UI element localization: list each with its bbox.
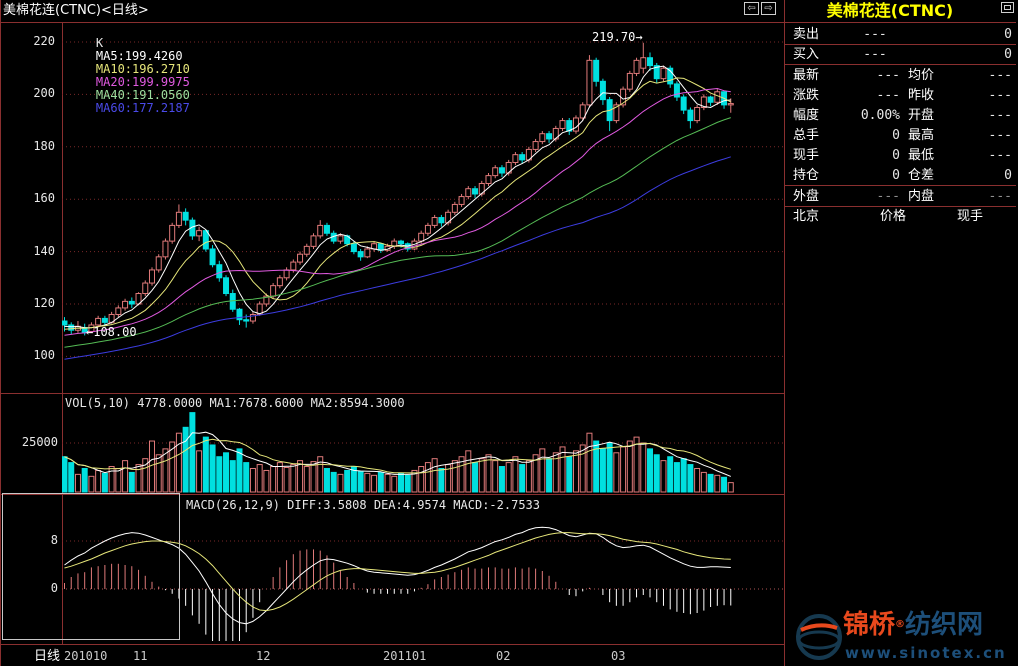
quote-panel: 美棉花连(CTNC) 卖出 --- 0 买入 --- 0 最新 --- 均价 -… [785,0,1018,666]
label-low: 最低 [908,147,934,165]
label-totalvol: 总手 [793,127,819,145]
ma5-value: MA5:199.4260 [96,49,183,63]
ma20-value: MA20:199.9975 [96,75,190,89]
label-open: 开盘 [908,107,934,125]
macd-indicator-line: MACD(26,12,9) DIFF:3.5808 DEA:4.9574 MAC… [186,499,540,512]
x-axis-label: 11 [133,649,147,663]
ticklist-col-price: 价格 [880,208,906,226]
ma-indicator-line: K MA5:199.4260 MA10:196.2710 MA20:199.99… [67,24,190,128]
price-y-axis-label: 200 [0,87,55,100]
price-y-axis-label: 180 [0,140,55,153]
buy-label: 买入 [793,46,819,64]
label-openint: 持仓 [793,167,819,185]
label-prevclose: 昨收 [908,87,934,105]
arrow-left-icon: ⇦ [747,3,755,14]
value-range: 0.00% [835,107,900,125]
x-axis-label: 201010 [64,649,107,663]
value-inner: --- [950,188,1012,206]
logo-url: www.sinotex.cn [845,644,1007,662]
buy-qty: 0 [950,46,1012,64]
value-prevclose: --- [950,87,1012,105]
logo-reg-mark: ® [895,619,905,630]
buy-price: --- [840,46,910,64]
quote-row-totalvol: 总手 0 最高 --- [785,127,1018,145]
high-annotation: 219.70→ [592,31,643,44]
low-annotation: ←108.00 [86,326,137,339]
value-oichange: 0 [950,167,1012,185]
value-low: --- [950,147,1012,165]
label-inner: 内盘 [908,188,934,206]
sell-row: 卖出 --- 0 [785,26,1018,44]
nav-forward-button[interactable]: ⇨ [761,2,776,15]
value-latest: --- [835,67,900,85]
value-high: --- [950,127,1012,145]
label-high: 最高 [908,127,934,145]
quote-row-change: 涨跌 --- 昨收 --- [785,87,1018,105]
period-label: 日线 [0,649,60,664]
macd-gutter-selection-box[interactable] [2,493,180,640]
volume-y-axis-label: 25000 [0,436,58,449]
quote-row-latest: 最新 --- 均价 --- [785,67,1018,85]
value-totalvol: 0 [835,127,900,145]
value-openint: 0 [835,167,900,185]
price-y-axis-label: 140 [0,245,55,258]
price-y-axis-label: 100 [0,349,55,362]
window-title: 美棉花连(CTNC)<日线> [3,3,149,19]
sell-label: 卖出 [793,26,819,44]
x-axis-label: 201101 [383,649,426,663]
ticklist-header: 北京 价格 现手 [785,208,1018,226]
sell-qty: 0 [950,26,1012,44]
quote-row-outer-inner: 外盘 --- 内盘 --- [785,188,1018,206]
ticklist-col-city: 北京 [793,208,819,226]
app-window: 美棉花连(CTNC)<日线> ⇦ ⇨ K MA5:199.4260 MA10:1… [0,0,1018,666]
logo-brand2: 纺织网 [905,610,983,640]
x-axis-label: 12 [256,649,270,663]
buy-row: 买入 --- 0 [785,46,1018,64]
label-latest: 最新 [793,67,819,85]
price-y-axis-label: 160 [0,192,55,205]
value-curvol: 0 [835,147,900,165]
x-axis-label: 03 [611,649,625,663]
label-oichange: 仓差 [908,167,934,185]
quote-row-curvol: 现手 0 最低 --- [785,147,1018,165]
ma10-value: MA10:196.2710 [96,62,190,76]
ma40-value: MA40:191.0560 [96,88,190,102]
arrow-right-icon: ⇨ [764,3,772,14]
ma60-value: MA60:177.2187 [96,101,190,115]
sinotex-logo: 锦桥®纺织网 www.sinotex.cn [793,604,1015,666]
label-change: 涨跌 [793,87,819,105]
maximize-icon[interactable] [1001,2,1014,13]
volume-bars [62,413,733,492]
value-open: --- [950,107,1012,125]
sell-price: --- [840,26,910,44]
logo-brand: 锦桥 [843,610,895,640]
label-range: 幅度 [793,107,819,125]
price-y-axis-label: 220 [0,35,55,48]
macd-axis-divider [0,644,784,645]
nav-back-button[interactable]: ⇦ [744,2,759,15]
value-change: --- [835,87,900,105]
quote-panel-title: 美棉花连(CTNC) [785,1,995,21]
value-avgprice: --- [950,67,1012,85]
x-axis-label: 02 [496,649,510,663]
price-y-axis-label: 120 [0,297,55,310]
label-curvol: 现手 [793,147,819,165]
quote-row-openint: 持仓 0 仓差 0 [785,167,1018,185]
value-outer: --- [835,188,900,206]
quote-row-range: 幅度 0.00% 开盘 --- [785,107,1018,125]
k-label: K [96,36,103,50]
volume-indicator-line: VOL(5,10) 4778.0000 MA1:7678.6000 MA2:85… [65,397,405,410]
label-outer: 外盘 [793,188,819,206]
ticklist-col-vol: 现手 [957,208,983,226]
label-avgprice: 均价 [908,67,934,85]
